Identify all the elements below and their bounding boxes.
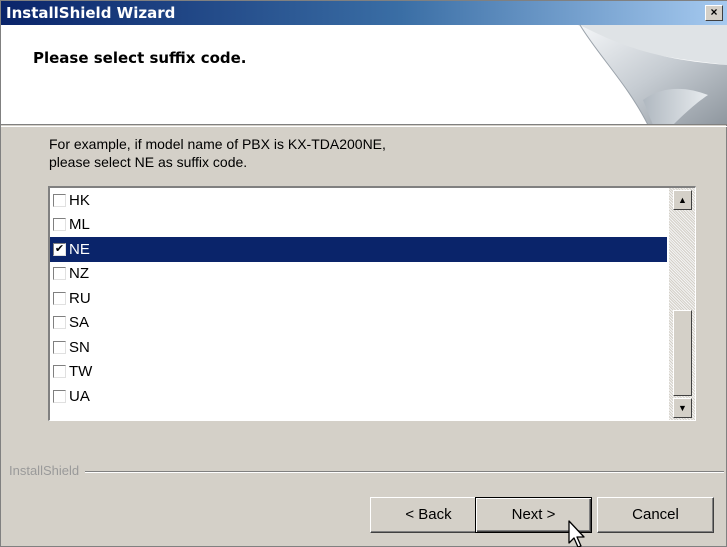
list-item-label: RU	[69, 289, 91, 307]
checkbox[interactable]	[53, 218, 66, 232]
checkbox[interactable]	[53, 389, 66, 403]
installshield-wizard-window: InstallShield Wizard × Please select suf…	[0, 0, 727, 547]
scroll-down-arrow-icon: ▼	[678, 403, 687, 413]
checkmark-icon: ✔	[54, 242, 65, 255]
list-item[interactable]: NZ	[50, 262, 667, 287]
footer-divider	[9, 471, 724, 473]
checkbox[interactable]	[53, 267, 66, 281]
wizard-header: Please select suffix code.	[1, 25, 727, 125]
scroll-down-button[interactable]: ▼	[673, 398, 692, 418]
suffix-code-list: HK ML ✔ NE NZ RU SA SN TW UA	[50, 188, 667, 409]
list-item[interactable]: ML	[50, 213, 667, 238]
page-heading: Please select suffix code.	[33, 49, 247, 67]
list-item-label: NZ	[69, 265, 89, 283]
list-item-label: SA	[69, 314, 90, 332]
checkbox[interactable]	[53, 340, 66, 354]
checkbox[interactable]: ✔	[53, 242, 66, 256]
close-icon: ×	[710, 5, 718, 19]
list-item-label: HK	[69, 191, 90, 209]
scroll-up-arrow-icon: ▲	[678, 195, 687, 205]
back-button[interactable]: < Back	[370, 497, 487, 533]
window-title: InstallShield Wizard	[6, 4, 176, 22]
list-item[interactable]: SA	[50, 311, 667, 336]
list-item[interactable]: TW	[50, 360, 667, 385]
header-separator	[1, 126, 727, 127]
list-item[interactable]: RU	[50, 286, 667, 311]
checkbox[interactable]	[53, 365, 66, 379]
list-item-label: TW	[69, 363, 93, 381]
page-curl-graphic	[578, 25, 727, 124]
instruction-text: For example, if model name of PBX is KX-…	[49, 135, 386, 171]
list-item[interactable]: ✔ NE	[50, 237, 667, 262]
list-item[interactable]: SN	[50, 335, 667, 360]
installshield-brand-label: InstallShield	[9, 463, 86, 478]
instruction-line-2: please select NE as suffix code.	[49, 154, 248, 170]
suffix-code-listbox[interactable]: HK ML ✔ NE NZ RU SA SN TW UA ▲ ▼	[48, 186, 696, 421]
title-bar[interactable]: InstallShield Wizard ×	[1, 1, 727, 25]
list-item-label: ML	[69, 216, 90, 234]
list-item-label: SN	[69, 338, 90, 356]
close-button[interactable]: ×	[705, 5, 723, 21]
list-item[interactable]: HK	[50, 188, 667, 213]
checkbox[interactable]	[53, 291, 66, 305]
cancel-button[interactable]: Cancel	[597, 497, 714, 533]
instruction-line-1: For example, if model name of PBX is KX-…	[49, 136, 386, 152]
vertical-scrollbar[interactable]: ▲ ▼	[669, 188, 695, 420]
list-item[interactable]: UA	[50, 384, 667, 409]
list-item-label: NE	[69, 240, 90, 258]
list-item-label: UA	[69, 387, 90, 405]
scrollbar-thumb[interactable]	[673, 310, 692, 396]
mouse-pointer-icon	[568, 520, 585, 547]
scroll-up-button[interactable]: ▲	[673, 190, 692, 210]
checkbox[interactable]	[53, 193, 66, 207]
checkbox[interactable]	[53, 316, 66, 330]
